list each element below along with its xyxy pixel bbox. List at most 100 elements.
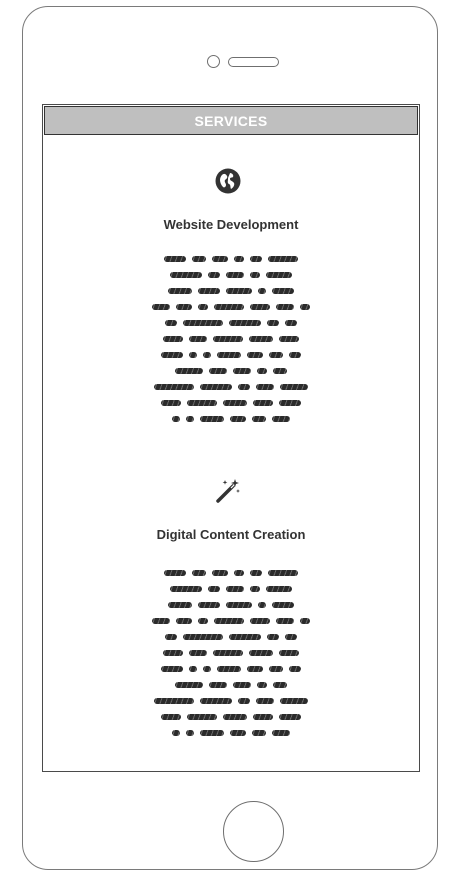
scribble-word xyxy=(234,256,244,262)
scribble-line xyxy=(91,299,371,315)
service-description xyxy=(91,251,371,427)
scribble-word xyxy=(192,256,206,262)
scribble-word xyxy=(226,272,244,278)
scribble-word xyxy=(198,288,220,294)
home-button[interactable] xyxy=(223,801,284,862)
scribble-word xyxy=(226,602,252,608)
scribble-word xyxy=(217,666,241,672)
scribble-word xyxy=(161,352,183,358)
scribble-word xyxy=(300,304,310,310)
scribble-word xyxy=(172,730,180,736)
scribble-word xyxy=(250,272,260,278)
scribble-word xyxy=(252,416,266,422)
scribble-word xyxy=(269,352,283,358)
scribble-line xyxy=(91,267,371,283)
scribble-word xyxy=(203,352,211,358)
scribble-word xyxy=(226,586,244,592)
scribble-word xyxy=(257,368,267,374)
scribble-word xyxy=(200,698,232,704)
scribble-word xyxy=(226,288,252,294)
scribble-word xyxy=(213,336,243,342)
scribble-word xyxy=(268,256,298,262)
scribble-word xyxy=(168,602,192,608)
scribble-line xyxy=(91,613,371,629)
service-description xyxy=(91,565,371,741)
service-title: Digital Content Creation xyxy=(156,527,306,542)
scribble-word xyxy=(186,416,194,422)
scribble-word xyxy=(279,714,301,720)
scribble-word xyxy=(250,570,262,576)
scribble-word xyxy=(186,730,194,736)
scribble-word xyxy=(198,304,208,310)
scribble-word xyxy=(250,256,262,262)
scribble-word xyxy=(187,400,217,406)
scribble-word xyxy=(257,682,267,688)
scribble-line xyxy=(91,395,371,411)
scribble-line xyxy=(91,709,371,725)
scribble-word xyxy=(164,570,186,576)
scribble-word xyxy=(189,352,197,358)
scribble-word xyxy=(200,384,232,390)
scribble-word xyxy=(168,288,192,294)
speaker xyxy=(228,57,279,67)
scribble-line xyxy=(91,661,371,677)
scribble-word xyxy=(250,618,270,624)
scribble-word xyxy=(247,352,263,358)
scribble-word xyxy=(223,714,247,720)
scribble-word xyxy=(273,368,287,374)
scribble-word xyxy=(276,304,294,310)
scribble-word xyxy=(189,336,207,342)
scribble-word xyxy=(165,320,177,326)
scribble-word xyxy=(198,602,220,608)
scribble-word xyxy=(170,272,202,278)
scribble-word xyxy=(208,272,220,278)
scribble-word xyxy=(267,634,279,640)
scribble-line xyxy=(91,693,371,709)
scribble-word xyxy=(279,336,299,342)
scribble-word xyxy=(253,400,273,406)
scribble-word xyxy=(212,570,228,576)
screen: SERVICES Website Development Digital Con… xyxy=(42,104,420,772)
scribble-word xyxy=(164,256,186,262)
scribble-word xyxy=(189,666,197,672)
scribble-word xyxy=(163,650,183,656)
scribble-word xyxy=(249,650,273,656)
scribble-word xyxy=(152,304,170,310)
scribble-word xyxy=(266,272,292,278)
scribble-line xyxy=(91,581,371,597)
scribble-word xyxy=(189,650,207,656)
header-bar: SERVICES xyxy=(44,106,418,135)
scribble-word xyxy=(208,586,220,592)
scribble-word xyxy=(249,336,273,342)
scribble-word xyxy=(272,416,290,422)
scribble-word xyxy=(266,586,292,592)
scribble-word xyxy=(154,698,194,704)
scribble-word xyxy=(280,384,308,390)
scribble-word xyxy=(163,336,183,342)
scribble-word xyxy=(161,666,183,672)
scribble-line xyxy=(91,565,371,581)
scribble-word xyxy=(268,570,298,576)
scribble-line xyxy=(91,725,371,741)
scribble-word xyxy=(209,682,227,688)
scribble-word xyxy=(234,570,244,576)
scribble-line xyxy=(91,677,371,693)
scribble-word xyxy=(172,416,180,422)
scribble-line xyxy=(91,411,371,427)
scribble-word xyxy=(212,256,228,262)
scribble-word xyxy=(267,320,279,326)
scribble-word xyxy=(161,400,181,406)
scribble-word xyxy=(223,400,247,406)
scribble-word xyxy=(238,698,250,704)
scribble-word xyxy=(175,368,203,374)
scribble-word xyxy=(269,666,283,672)
scribble-word xyxy=(253,714,273,720)
scribble-line xyxy=(91,645,371,661)
scribble-word xyxy=(161,714,181,720)
scribble-word xyxy=(176,304,192,310)
scribble-word xyxy=(256,698,274,704)
scribble-word xyxy=(289,666,301,672)
scribble-word xyxy=(214,304,244,310)
scribble-word xyxy=(285,634,297,640)
scribble-word xyxy=(165,634,177,640)
